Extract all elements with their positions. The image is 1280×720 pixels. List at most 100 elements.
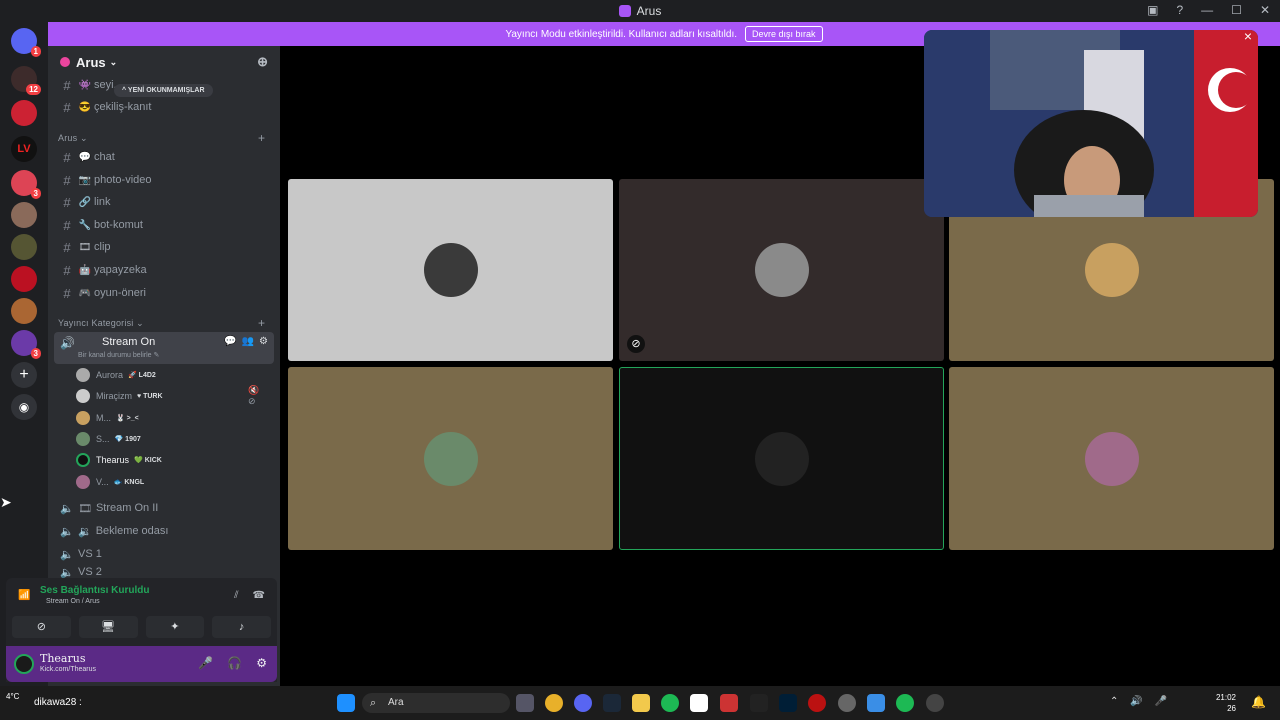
minimize-icon[interactable]: —	[1201, 3, 1213, 17]
participant-tile[interactable]	[949, 367, 1274, 550]
server-icon[interactable]	[11, 298, 37, 324]
home-button[interactable]: 1	[11, 28, 41, 57]
channel-bot-komut[interactable]: # 🔧 bot-komut	[56, 214, 272, 236]
task-view-icon[interactable]	[516, 694, 534, 712]
voice-channel-stream-on[interactable]: 🔊 Stream On Bir kanal durumu belirle ✎ 💬…	[54, 332, 274, 364]
microphone-icon[interactable]: 🎤	[198, 656, 213, 670]
server-icon[interactable]: 12	[11, 66, 41, 95]
spotify-icon[interactable]	[896, 694, 914, 712]
voice-channel[interactable]: 🔈 🎞 Stream On II	[56, 498, 158, 518]
voice-channel-name: Stream On	[102, 336, 156, 348]
app-icon[interactable]	[867, 694, 885, 712]
add-member-icon[interactable]: 👥	[242, 336, 254, 347]
help-icon[interactable]: ?	[1176, 3, 1183, 17]
taskbar: 4°C dikawa28 : ⌕ Ara ⌃ 🔊 🎤 21:02 26 🔔	[0, 686, 1280, 720]
system-tray[interactable]: ⌃ 🔊 🎤	[1110, 696, 1167, 707]
participant-tile-speaking[interactable]	[619, 367, 944, 550]
search-box[interactable]: ⌕ Ara	[362, 693, 510, 713]
noise-suppression-icon[interactable]: ⫽	[234, 590, 238, 601]
user-name[interactable]: Thearus	[40, 652, 85, 665]
disable-button[interactable]: Devre dışı bırak	[745, 26, 823, 42]
media-icon[interactable]	[926, 694, 944, 712]
connection-title[interactable]: Ses Bağlantısı Kuruldu	[40, 585, 149, 596]
soundboard-button[interactable]: ♪	[212, 616, 271, 638]
voice-user[interactable]: M... 🐰 >_<	[76, 408, 139, 428]
epic-icon[interactable]	[750, 694, 768, 712]
category-yayinci[interactable]: Yayıncı Kategorisi ⌄ +	[58, 316, 265, 330]
explorer-icon[interactable]	[632, 694, 650, 712]
steam-icon[interactable]	[603, 694, 621, 712]
new-unreads-pill[interactable]: ^ YENİ OKUNMAMIŞLAR	[114, 84, 213, 97]
server-icon[interactable]	[11, 234, 37, 260]
voice-channel[interactable]: 🔈 VS 1	[56, 544, 102, 564]
signal-icon[interactable]: 📶	[18, 590, 30, 601]
screen-share-button[interactable]: 🖥	[78, 616, 138, 638]
add-channel-icon[interactable]: +	[258, 316, 265, 330]
start-icon[interactable]	[337, 694, 355, 712]
invite-icon[interactable]: ⊕	[257, 54, 268, 70]
headphones-icon[interactable]: 🎧	[227, 656, 242, 670]
connection-subtitle[interactable]: Stream On / Arus	[46, 598, 100, 605]
voice-channel[interactable]: 🔈 🔉 Bekleme odası	[56, 521, 168, 541]
inbox-icon[interactable]: ▣	[1147, 3, 1158, 17]
add-channel-icon[interactable]: +	[258, 131, 265, 145]
clock[interactable]: 21:02 26	[1216, 692, 1236, 714]
spotify-icon[interactable]	[661, 694, 679, 712]
user-status: Kick.com/Thearus	[40, 666, 97, 673]
notification-icon[interactable]: 🔔	[1251, 695, 1266, 709]
participant-avatar	[1084, 431, 1139, 486]
server-icon-arus[interactable]: 3	[11, 330, 41, 359]
weather-widget[interactable]: 4°C	[6, 692, 19, 702]
discover-icon[interactable]: ◉	[11, 394, 37, 420]
capcut-icon[interactable]	[690, 694, 708, 712]
category-arus[interactable]: Arus ⌄ +	[58, 131, 265, 145]
settings-icon[interactable]: ⚙	[256, 656, 267, 670]
server-icon[interactable]	[11, 202, 37, 228]
settings-icon[interactable]: ⚙	[259, 336, 268, 347]
avatar[interactable]	[14, 654, 34, 674]
camera-off-button[interactable]: ⊘	[12, 616, 71, 638]
app-icon[interactable]	[838, 694, 856, 712]
chrome-icon[interactable]	[545, 694, 563, 712]
app-icon[interactable]	[720, 694, 738, 712]
voice-user-speaking[interactable]: Thearus 💚 KICK	[76, 450, 162, 470]
activities-button[interactable]: ✦	[145, 616, 205, 638]
channel-oyun-oneri[interactable]: # 🎮 oyun-öneri	[56, 282, 272, 304]
channel-yapayzeka[interactable]: # 🤖 yapayzeka	[56, 259, 272, 281]
voice-user[interactable]: S... 💎 1907	[76, 429, 141, 449]
disconnect-icon[interactable]: ☎	[253, 590, 265, 601]
voice-channel-status[interactable]: Bir kanal durumu belirle ✎	[78, 351, 159, 359]
app-icon[interactable]	[808, 694, 826, 712]
participant-tile[interactable]: ⊘	[619, 179, 944, 361]
volume-icon[interactable]: 🔊	[1130, 696, 1142, 707]
discord-icon[interactable]	[574, 694, 592, 712]
participant-tile[interactable]	[288, 179, 613, 361]
voice-user[interactable]: Miraçizm ♥ TURK 🔇 ⊘	[76, 385, 259, 406]
server-icon[interactable]: LV	[11, 136, 37, 162]
voice-user[interactable]: Aurora 🚀 L4D2	[76, 365, 156, 385]
participant-tile[interactable]	[288, 367, 613, 550]
channel-chat[interactable]: # 💬 chat	[56, 146, 272, 168]
chevron-up-icon[interactable]: ⌃	[1110, 696, 1118, 707]
banner-text: Yayıncı Modu etkinleştirildi. Kullanıcı …	[505, 28, 738, 40]
photoshop-icon[interactable]	[779, 694, 797, 712]
user-panel: Thearus Kick.com/Thearus 🎤 🎧 ⚙	[6, 646, 277, 682]
server-icon[interactable]: 3	[11, 170, 41, 199]
channel-item[interactable]: # 😎 çekiliş-kanıt	[56, 96, 272, 118]
close-icon[interactable]: ✕	[1260, 3, 1270, 17]
window-title: Arus	[636, 4, 662, 18]
maximize-icon[interactable]: ☐	[1231, 3, 1242, 17]
mic-icon[interactable]: 🎤	[1155, 696, 1167, 707]
voice-user[interactable]: V... 🐟 KNGL	[76, 472, 144, 492]
channel-clip[interactable]: # 🎞 clip	[56, 236, 272, 258]
channel-photo-video[interactable]: # 📷 photo-video	[56, 169, 272, 191]
participant-avatar	[423, 243, 478, 297]
chat-icon[interactable]: 💬	[224, 336, 236, 347]
server-icon[interactable]	[11, 266, 37, 292]
channel-link[interactable]: # 🔗 link	[56, 191, 272, 213]
close-banner-icon[interactable]: ×	[1244, 30, 1252, 44]
add-server-icon[interactable]: +	[11, 362, 37, 388]
voice-channel[interactable]: 🔈 VS 2	[56, 566, 102, 578]
webcam-overlay: ×	[924, 30, 1258, 217]
server-icon[interactable]	[11, 100, 37, 126]
